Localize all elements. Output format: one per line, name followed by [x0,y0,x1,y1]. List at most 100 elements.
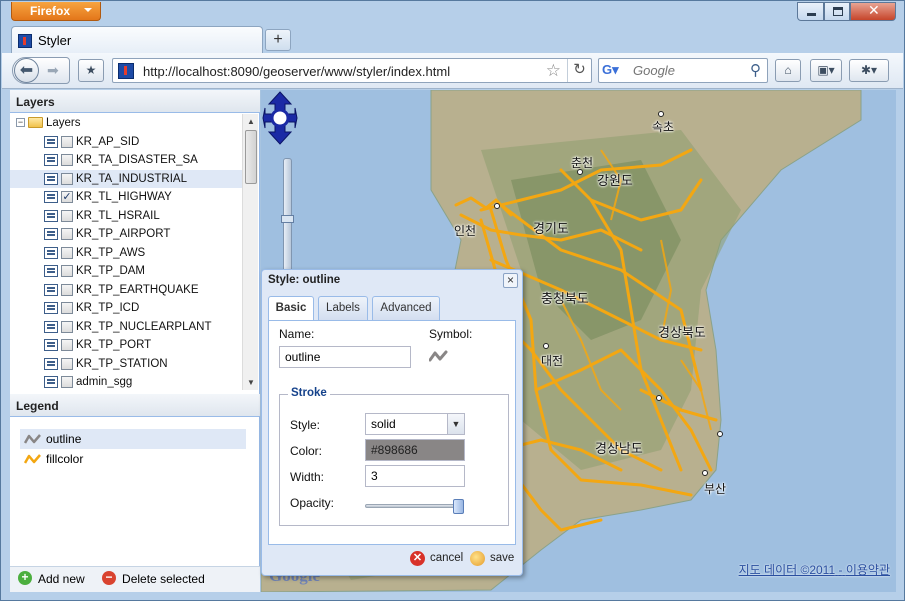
chevron-down-icon[interactable]: ▼ [447,413,465,435]
layer-visibility-checkbox[interactable] [61,228,73,240]
url-text[interactable]: http://localhost:8090/geoserver/www/styl… [143,64,450,79]
legend-item[interactable]: fillcolor [20,449,246,469]
layer-row[interactable]: KR_TP_EARTHQUAKE [10,281,242,300]
minimize-button[interactable] [797,2,824,21]
layer-row[interactable]: KR_AP_SID [10,133,242,152]
layer-visibility-checkbox[interactable] [61,172,73,185]
place-label-daejeon: 대전 [541,354,564,368]
add-new-button[interactable]: + Add new [18,571,85,586]
layer-row[interactable]: KR_TA_DISASTER_SA [10,151,242,170]
stroke-color-field[interactable]: #898686 [365,439,465,461]
layer-row[interactable]: KR_TP_STATION [10,355,242,374]
legend-line-symbol-icon [24,454,41,464]
url-bar[interactable]: http://localhost:8090/geoserver/www/styl… [112,58,592,83]
layer-visibility-checkbox[interactable] [61,154,73,166]
legend-item-label: fillcolor [46,452,84,466]
line-symbol-icon [429,350,448,362]
stroke-fieldset: Stroke Style: solid ▼ Color: #898686 Wid… [279,387,509,526]
firefox-menu-button[interactable]: Firefox [11,2,101,21]
search-input[interactable] [633,62,743,79]
layer-icon [44,302,58,314]
layer-visibility-checkbox[interactable] [61,283,73,296]
search-icon[interactable]: ⚲ [750,61,761,79]
save-button[interactable]: save [470,551,514,566]
new-tab-button[interactable]: + [265,29,291,51]
add-new-label: Add new [38,572,85,586]
style-dialog-title[interactable]: Style: outline [262,270,522,292]
home-button[interactable]: ⌂ [775,59,801,82]
bookmark-star-icon[interactable]: ☆ [546,61,561,81]
layer-visibility-checkbox[interactable] [61,265,73,277]
bookmark-page-button[interactable]: ★ [78,59,104,82]
place-label-sokcho: 속초 [652,120,675,134]
layer-visibility-checkbox[interactable] [61,339,73,351]
forward-button[interactable]: ➡ [47,62,59,79]
layer-label: KR_TL_HSRAIL [76,209,160,222]
stroke-style-value: solid [371,417,396,431]
legend-item[interactable]: outline [20,429,246,449]
layer-visibility-checkbox[interactable] [61,320,73,333]
layer-row[interactable]: KR_TA_INDUSTRIAL [10,169,242,188]
left-column: Layers − Layers KR_AP_SID KR_TA_DISASTER_… [10,90,260,592]
place-label-gyeongbuk: 경상북도 [658,325,706,340]
reload-icon: ↻ [573,61,586,78]
collapse-icon[interactable]: − [16,118,25,127]
name-field[interactable]: outline [279,346,411,368]
layer-visibility-checkbox[interactable]: ✓ [61,191,73,203]
bookmark-star-box-icon: ★ [85,63,97,77]
copyright-text[interactable]: 지도 데이터 ©2011 [739,563,836,577]
layer-visibility-checkbox[interactable] [61,246,73,259]
scroll-down-icon[interactable]: ▼ [243,375,259,390]
dialog-close-button[interactable]: × [503,273,518,288]
layer-visibility-checkbox[interactable] [61,357,73,370]
delete-selected-button[interactable]: − Delete selected [102,571,205,586]
map-copyright[interactable]: 지도 데이터 ©2011 - 이용약관 [739,561,890,578]
back-forward-group: ⬅ ➡ [12,57,70,84]
reload-button[interactable]: ↻ [567,59,591,82]
opacity-slider-track[interactable] [365,504,461,508]
tab-styler[interactable]: Styler [11,26,263,54]
layer-row[interactable]: ✓ KR_TL_HIGHWAY [10,188,242,207]
layer-visibility-checkbox[interactable] [61,376,73,388]
layer-row[interactable]: KR_TP_AWS [10,244,242,263]
tab-basic[interactable]: Basic [268,296,314,321]
scroll-thumb[interactable] [245,130,257,184]
name-field-value: outline [285,350,321,364]
layer-tree-scrollbar[interactable]: ▲ ▼ [242,114,258,390]
tab-advanced[interactable]: Advanced [372,296,440,320]
pan-control[interactable] [261,90,299,146]
layer-row[interactable]: KR_TP_NUCLEARPLANT [10,318,242,337]
stroke-style-select[interactable]: solid ▼ [365,413,465,435]
zoom-slider-knob[interactable] [281,215,294,223]
maximize-button[interactable] [824,2,850,21]
tab-labels[interactable]: Labels [318,296,368,320]
scroll-up-icon[interactable]: ▲ [243,114,259,129]
layer-label: KR_TP_DAM [76,265,146,277]
layer-tree-root[interactable]: − Layers [10,114,242,133]
terms-link[interactable]: 이용약관 [846,563,890,577]
layer-row[interactable]: KR_TP_DAM [10,262,242,281]
layer-visibility-checkbox[interactable] [61,135,73,148]
pan-center-icon [270,108,290,128]
width-label: Width: [290,470,325,484]
layer-row[interactable]: KR_TP_AIRPORT [10,225,242,244]
close-window-button[interactable]: ✕ [850,2,896,21]
search-bar[interactable]: G▾ ⚲ [598,58,768,83]
layer-row[interactable]: KR_TP_ICD [10,299,242,318]
layer-visibility-checkbox[interactable] [61,302,73,314]
opacity-slider[interactable] [365,499,465,514]
addon-button[interactable]: ✱▾ [849,59,889,82]
layer-icon [44,228,58,240]
stroke-width-field[interactable]: 3 [365,465,465,487]
bookmarks-menu-button[interactable]: ▣▾ [810,59,842,82]
opacity-slider-thumb[interactable] [453,499,464,514]
legend-line-symbol-icon [24,434,41,444]
home-icon: ⌂ [784,63,792,77]
layer-row[interactable]: KR_TL_HSRAIL [10,207,242,226]
google-g-icon[interactable]: G▾ [602,62,628,79]
cancel-button[interactable]: ✕ cancel [410,551,463,566]
layer-row[interactable]: admin_sgg [10,373,242,390]
layer-row[interactable]: KR_TP_PORT [10,336,242,355]
layer-visibility-checkbox[interactable] [61,209,73,222]
back-button[interactable]: ⬅ [14,58,39,83]
